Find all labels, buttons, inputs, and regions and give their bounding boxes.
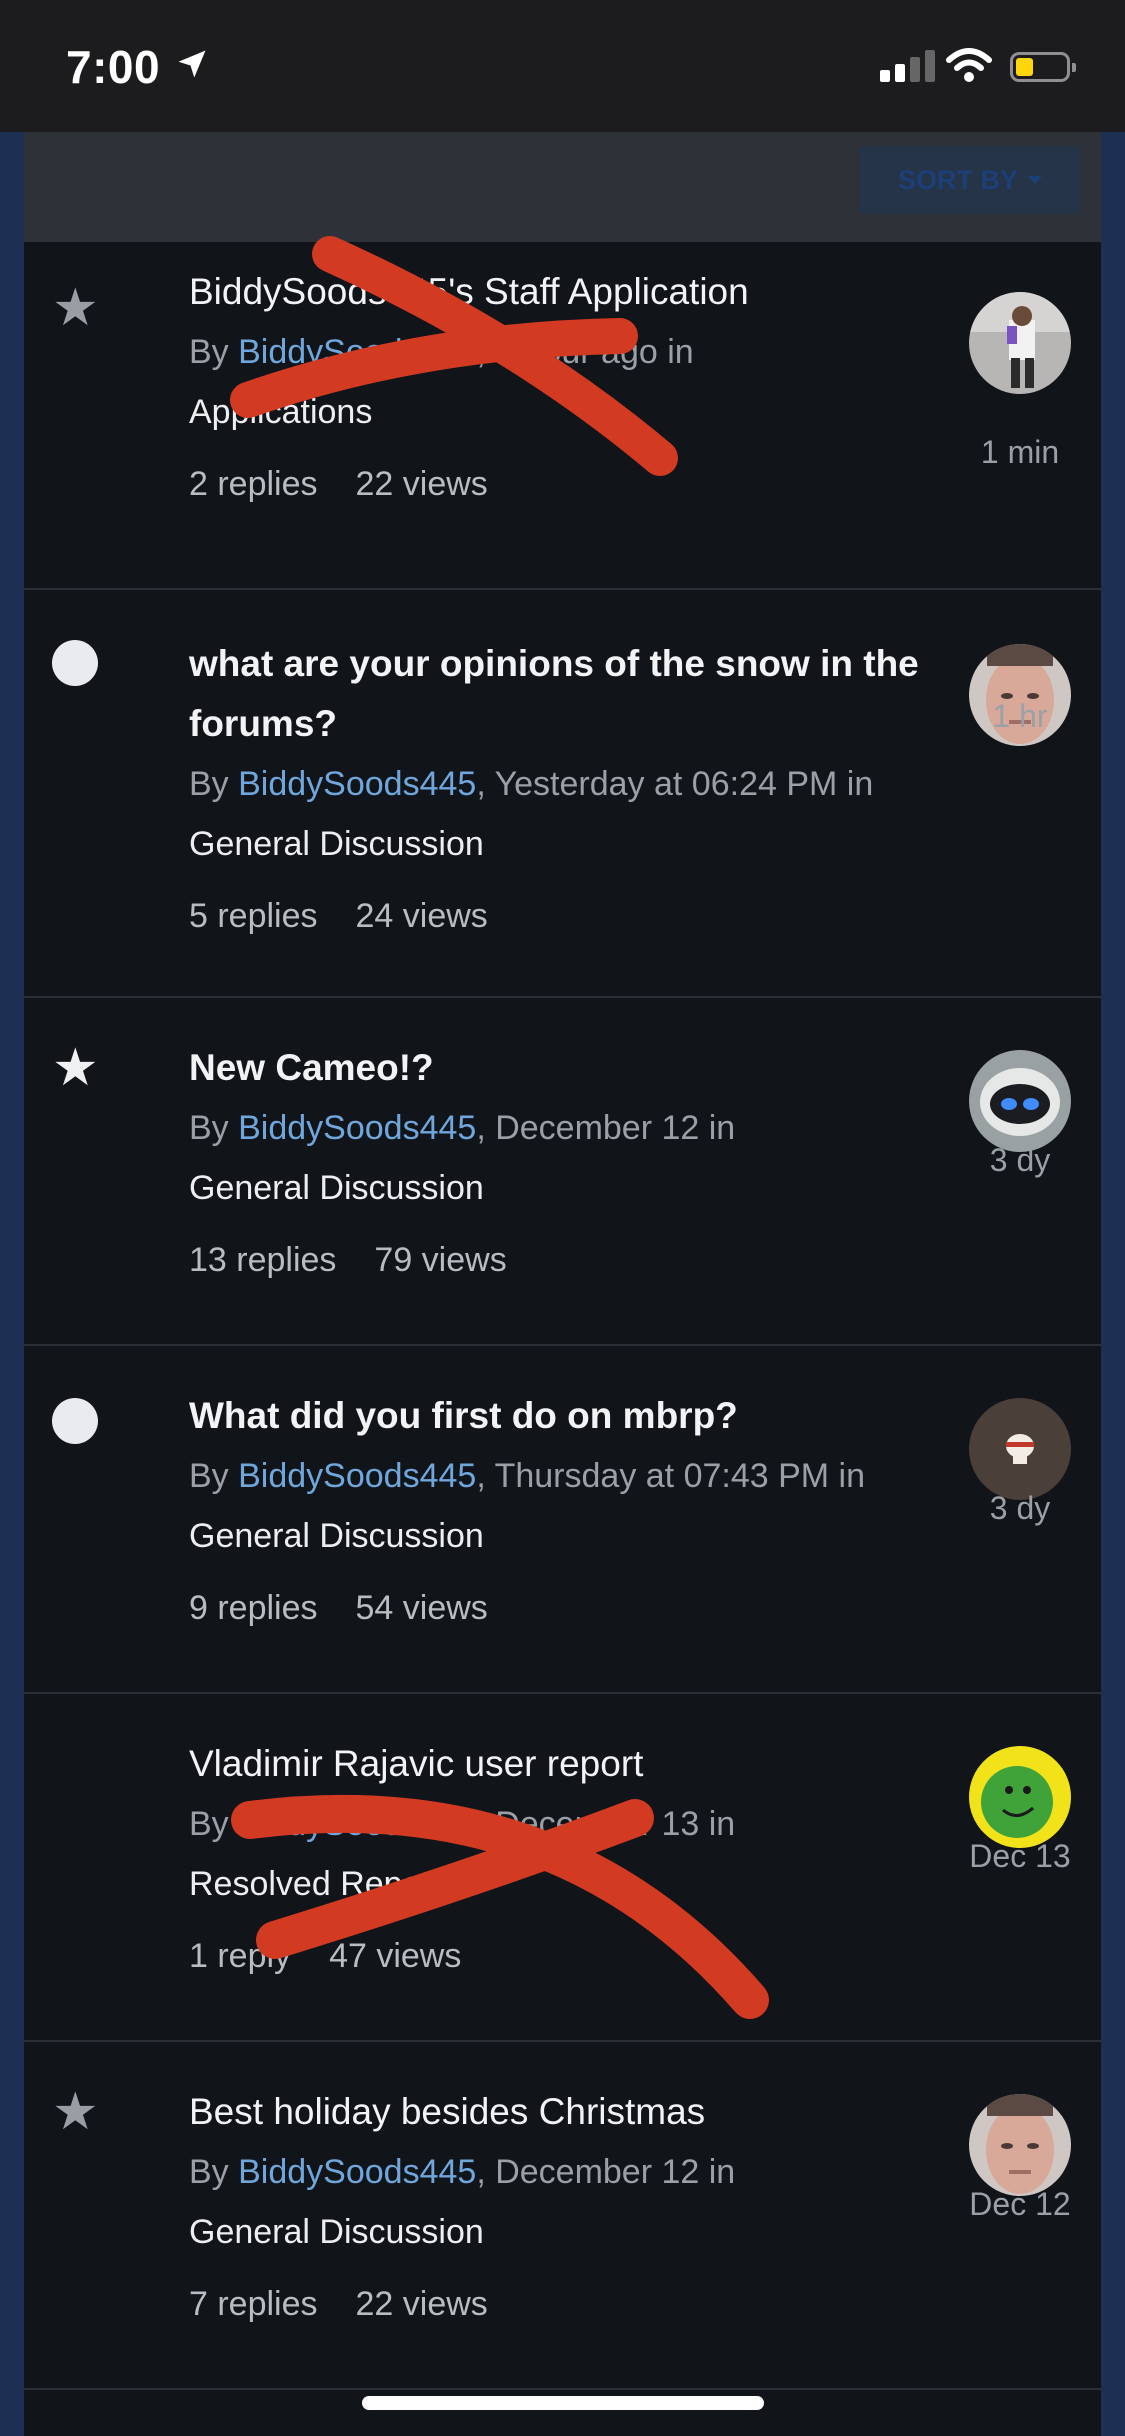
sort-toolbar: SORT BY — [24, 132, 1101, 242]
avatar[interactable] — [969, 1398, 1071, 1500]
clock: 7:00 — [66, 41, 161, 93]
topic-stats: 9 replies 54 views — [189, 1578, 941, 1638]
author-link[interactable]: BiddySoods445 — [238, 1109, 476, 1147]
star-icon: ★ — [52, 1039, 99, 1097]
reply-count: 9 replies — [189, 1589, 318, 1627]
avatar[interactable] — [969, 292, 1071, 394]
author-link[interactable]: BiddySoods445 — [238, 333, 476, 371]
forum-link[interactable]: General Discussion — [189, 825, 484, 863]
reply-count: 1 reply — [189, 1937, 292, 1975]
author-link[interactable]: BiddySoods445 — [238, 2153, 476, 2191]
forum-link[interactable]: Applications — [189, 393, 372, 431]
topic-stats: 1 reply 47 views — [189, 1926, 941, 1986]
last-reply-time: 1 hr — [992, 698, 1048, 734]
caret-down-icon — [1028, 176, 1042, 184]
location-arrow-icon — [178, 50, 206, 78]
reply-count: 5 replies — [189, 897, 318, 935]
home-indicator[interactable] — [362, 2396, 764, 2410]
battery-icon — [1010, 52, 1076, 82]
star-icon: ★ — [52, 279, 99, 337]
last-reply-time: 3 dy — [989, 1490, 1051, 1526]
topic-row[interactable]: Vladimir Rajavic user report By BiddySoo… — [24, 1694, 1101, 2042]
reply-count: 2 replies — [189, 465, 318, 503]
wifi-icon — [946, 48, 992, 82]
topic-stats: 7 replies 22 views — [189, 2274, 941, 2334]
topic-stats: 13 replies 79 views — [189, 1230, 941, 1290]
author-link[interactable]: BiddySoods445 — [238, 1457, 476, 1495]
topic-title[interactable]: New Cameo!? — [189, 1038, 941, 1098]
topic-title[interactable]: What did you first do on mbrp? — [189, 1386, 941, 1446]
author-link[interactable]: BiddySoods445 — [238, 1805, 476, 1843]
reply-count: 7 replies — [189, 2285, 318, 2323]
cellular-signal-icon — [880, 50, 935, 82]
status-bar: 7:00 — [0, 0, 1125, 132]
topic-stats: 2 replies 22 views — [189, 454, 941, 514]
topic-title[interactable]: Vladimir Rajavic user report — [189, 1734, 941, 1794]
topic-meta: By BiddySoods445, December 12 in General … — [189, 2153, 736, 2251]
topic-stats: 5 replies 24 views — [189, 886, 941, 946]
view-count: 47 views — [329, 1937, 462, 1975]
topic-row[interactable]: ★ New Cameo!? By BiddySoods445, December… — [24, 998, 1101, 1346]
view-count: 22 views — [355, 2285, 488, 2323]
forum-link[interactable]: Resolved Reports — [189, 1865, 459, 1903]
author-link[interactable]: BiddySoods445 — [238, 765, 476, 803]
star-icon: ★ — [52, 2083, 99, 2141]
avatar[interactable] — [969, 1746, 1071, 1848]
last-reply-time: Dec 12 — [969, 2186, 1071, 2222]
unread-dot-icon — [52, 640, 98, 686]
view-count: 22 views — [355, 465, 488, 503]
topic-row[interactable]: ★ BiddySoods445's Staff Application By B… — [24, 242, 1101, 590]
topic-row[interactable]: what are your opinions of the snow in th… — [24, 590, 1101, 998]
last-reply-time: 3 dy — [989, 1142, 1051, 1178]
topic-meta: By BiddySoods445, 1 hour ago in Applicati… — [189, 333, 694, 431]
forum-link[interactable]: General Discussion — [189, 2213, 484, 2251]
forum-link[interactable]: General Discussion — [189, 1169, 484, 1207]
sort-by-button[interactable]: SORT BY — [859, 146, 1081, 214]
topic-title[interactable]: BiddySoods445's Staff Application — [189, 262, 941, 322]
view-count: 24 views — [355, 897, 488, 935]
view-count: 54 views — [355, 1589, 488, 1627]
topic-meta: By BiddySoods445, December 13 in Resolved… — [189, 1805, 736, 1903]
sort-by-label: SORT BY — [897, 164, 1018, 195]
view-count: 79 views — [374, 1241, 507, 1279]
topic-meta: By BiddySoods445, December 12 in General … — [189, 1109, 736, 1207]
topic-meta: By BiddySoods445, Yesterday at 06:24 PM … — [189, 765, 874, 863]
unread-dot-icon — [52, 1398, 98, 1444]
reply-count: 13 replies — [189, 1241, 337, 1279]
topic-row[interactable]: ★ Best holiday besides Christmas By Bidd… — [24, 2042, 1101, 2390]
topic-row[interactable]: What did you first do on mbrp? By BiddyS… — [24, 1346, 1101, 1694]
topic-title[interactable]: what are your opinions of the snow in th… — [189, 634, 941, 754]
topic-meta: By BiddySoods445, Thursday at 07:43 PM i… — [189, 1457, 866, 1555]
last-reply-time: 1 min — [980, 434, 1060, 470]
avatar[interactable] — [969, 2094, 1071, 2196]
forum-link[interactable]: General Discussion — [189, 1517, 484, 1555]
topic-title[interactable]: Best holiday besides Christmas — [189, 2082, 941, 2142]
avatar[interactable] — [969, 1050, 1071, 1152]
last-reply-time: Dec 13 — [969, 1838, 1071, 1874]
topic-list-container: SORT BY ★ BiddySoods445's Staff Applicat… — [24, 132, 1101, 2436]
